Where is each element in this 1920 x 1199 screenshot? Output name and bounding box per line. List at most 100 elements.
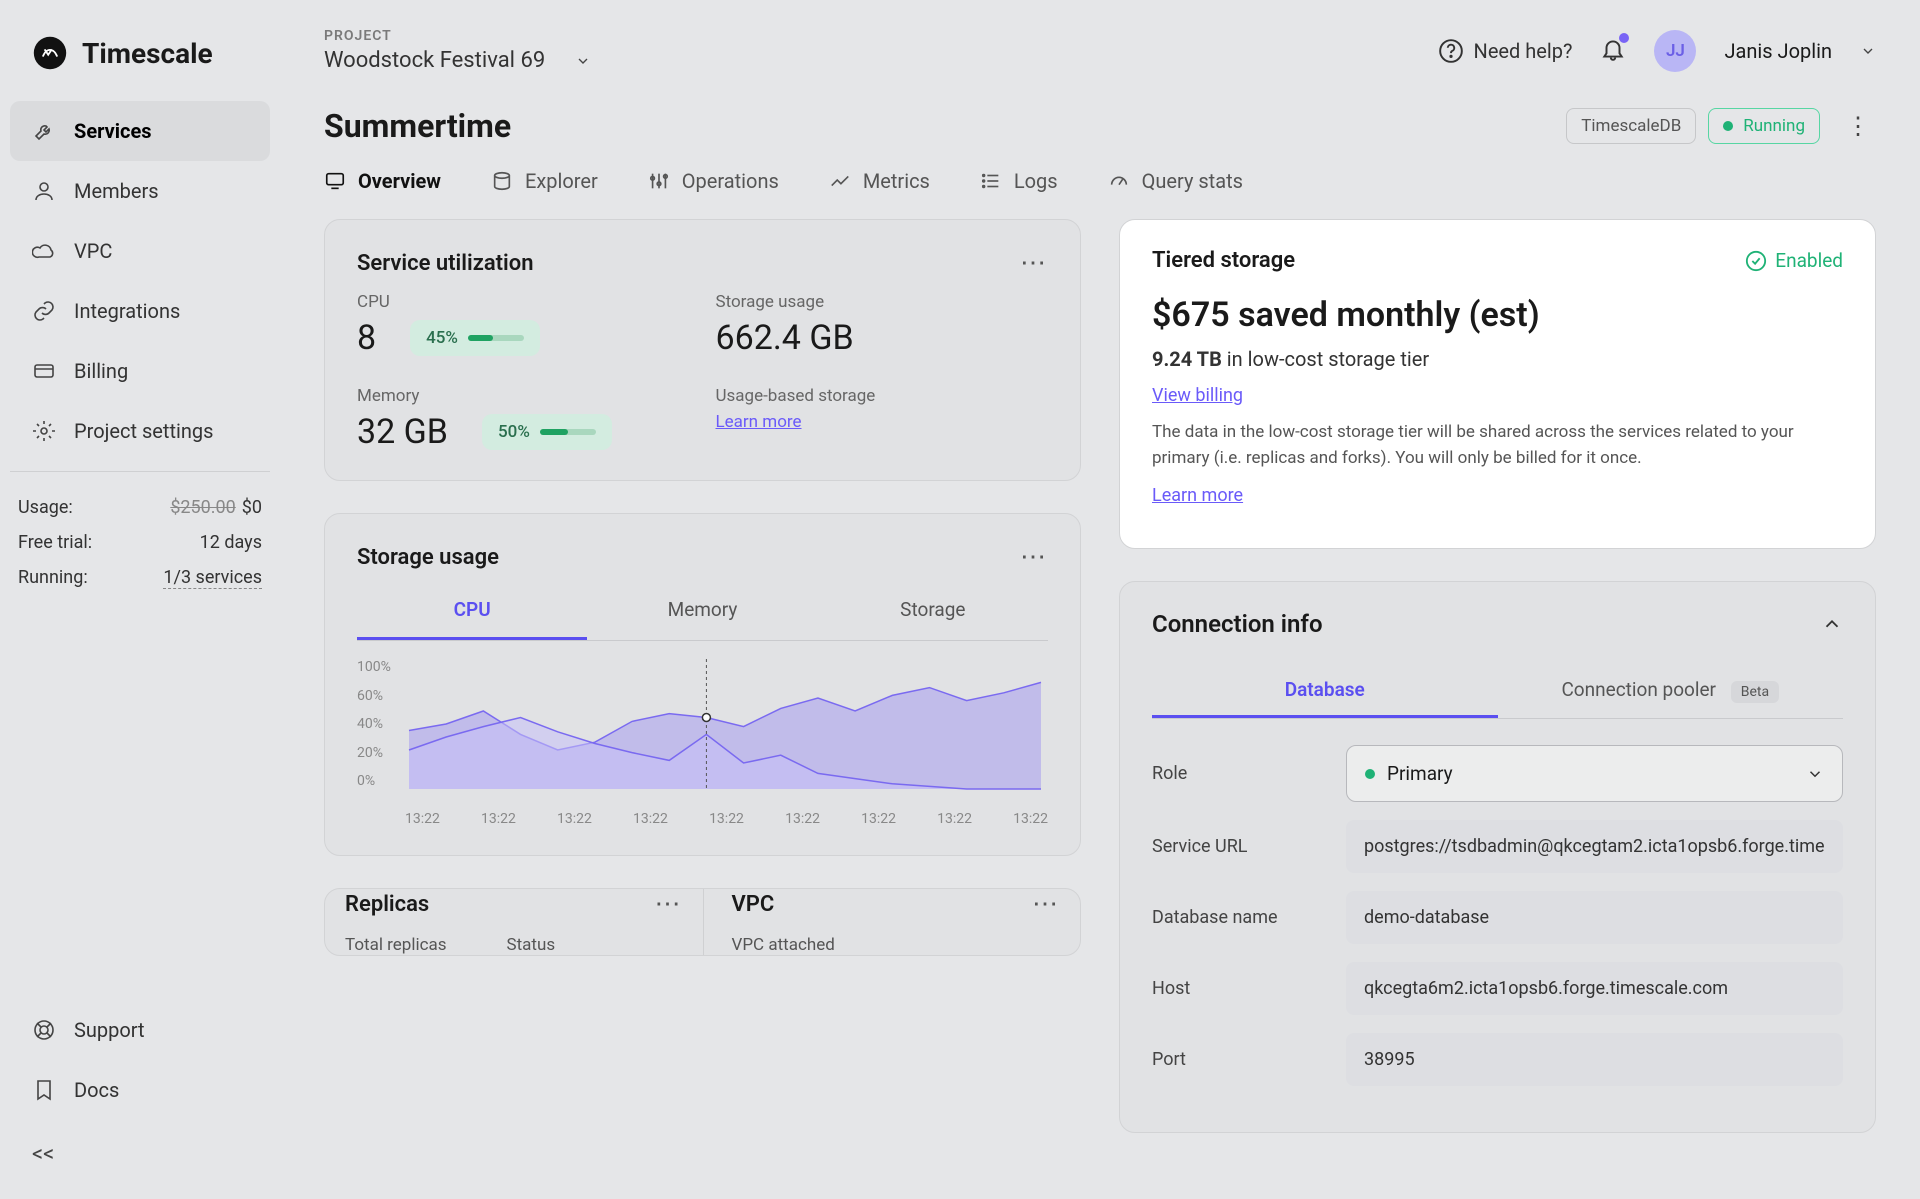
sidebar-item-services[interactable]: Services <box>10 101 270 161</box>
tab-metrics[interactable]: Metrics <box>829 169 930 193</box>
page-title: Summertime <box>324 107 511 145</box>
link-icon <box>32 299 56 323</box>
sidebar-item-label: VPC <box>74 239 112 263</box>
enabled-badge: Enabled <box>1745 249 1843 272</box>
chart-line-icon <box>829 170 851 192</box>
memory-value: 32 GB <box>357 412 448 452</box>
sidebar-item-billing[interactable]: Billing <box>10 341 270 401</box>
chevron-up-icon[interactable] <box>1821 613 1843 635</box>
replicas-status-label: Status <box>507 935 556 955</box>
collapse-sidebar-button[interactable]: << <box>10 1120 270 1189</box>
conn-tab-database[interactable]: Database <box>1152 664 1498 718</box>
user-icon <box>32 179 56 203</box>
service-utilization-card: Service utilization ⋯ CPU 8 45% <box>324 219 1081 481</box>
connection-info-card: Connection info Database Connection pool… <box>1119 581 1876 1133</box>
service-url-field[interactable]: postgres://tsdbadmin@qkcegtam2.icta1opsb… <box>1346 820 1843 873</box>
status-dot-icon <box>1365 769 1375 779</box>
dbname-label: Database name <box>1152 907 1332 928</box>
vpc-attached-label: VPC attached <box>732 935 835 955</box>
status-text: Running <box>1743 116 1805 136</box>
sidebar-item-members[interactable]: Members <box>10 161 270 221</box>
conn-tab-pooler[interactable]: Connection pooler Beta <box>1498 664 1844 718</box>
project-name: Woodstock Festival 69 <box>324 48 545 73</box>
tab-explorer[interactable]: Explorer <box>491 169 598 193</box>
sidebar: Timescale Services Members VPC Integrati… <box>0 0 280 1199</box>
check-circle-icon <box>1745 250 1767 272</box>
tiered-storage-card: Tiered storage Enabled $675 saved monthl… <box>1119 219 1876 549</box>
help-button[interactable]: Need help? <box>1438 38 1573 64</box>
chart: 100%60%40%20%0% 13:2213:2213:2213:2213:2… <box>357 659 1048 827</box>
running-label: Running: <box>18 567 88 589</box>
card-menu-button[interactable]: ⋯ <box>655 889 683 919</box>
tab-overview[interactable]: Overview <box>324 169 441 193</box>
cpu-label: CPU <box>357 292 690 312</box>
sidebar-item-label: Services <box>74 119 152 143</box>
card-title: Service utilization <box>357 251 534 276</box>
usage-label: Usage: <box>18 497 73 518</box>
usage-summary: Usage: $250.00$0 Free trial: 12 days Run… <box>10 471 270 614</box>
main: PROJECT Woodstock Festival 69 Need help?… <box>280 0 1920 1199</box>
learn-more-link[interactable]: Learn more <box>1152 485 1243 506</box>
tiered-description: The data in the low-cost storage tier wi… <box>1152 420 1843 471</box>
sidebar-item-label: Integrations <box>74 299 180 323</box>
port-field[interactable]: 38995 <box>1346 1033 1843 1086</box>
chart-tab-memory[interactable]: Memory <box>587 586 817 640</box>
card-title: Tiered storage <box>1152 248 1295 273</box>
database-icon <box>491 170 513 192</box>
status-dot-icon <box>1723 121 1733 131</box>
sidebar-item-integrations[interactable]: Integrations <box>10 281 270 341</box>
card-title: Storage usage <box>357 545 499 570</box>
service-tabs: Overview Explorer Operations Metrics Log… <box>280 155 1920 219</box>
sidebar-item-label: Support <box>74 1018 145 1042</box>
memory-label: Memory <box>357 386 690 406</box>
chart-tab-cpu[interactable]: CPU <box>357 586 587 640</box>
replicas-section: Replicas ⋯ Total replicas Status <box>325 889 703 955</box>
total-replicas-label: Total replicas <box>345 935 447 955</box>
learn-more-link[interactable]: Learn more <box>716 412 802 432</box>
host-field[interactable]: qkcegta6m2.icta1opsb6.forge.timescale.co… <box>1346 962 1843 1015</box>
db-chip: TimescaleDB <box>1566 108 1696 144</box>
vpc-title: VPC <box>732 892 775 917</box>
trial-label: Free trial: <box>18 532 92 553</box>
card-menu-button[interactable]: ⋯ <box>1020 542 1048 572</box>
storage-usage-card: Storage usage ⋯ CPU Memory Storage 100%6… <box>324 513 1081 856</box>
list-icon <box>980 170 1002 192</box>
chevron-down-icon[interactable] <box>1860 43 1876 59</box>
sidebar-item-support[interactable]: Support <box>10 1000 270 1060</box>
dbname-field[interactable]: demo-database <box>1346 891 1843 944</box>
replicas-vpc-card: Replicas ⋯ Total replicas Status VPC ⋯ <box>324 888 1081 956</box>
project-switcher[interactable]: PROJECT Woodstock Festival 69 <box>324 28 591 73</box>
view-billing-link[interactable]: View billing <box>1152 385 1243 406</box>
card-menu-button[interactable]: ⋯ <box>1032 889 1060 919</box>
tab-query-stats[interactable]: Query stats <box>1108 169 1243 193</box>
sidebar-item-docs[interactable]: Docs <box>10 1060 270 1120</box>
brand-name: Timescale <box>82 37 213 70</box>
sidebar-item-settings[interactable]: Project settings <box>10 401 270 461</box>
running-val[interactable]: 1/3 services <box>163 567 262 589</box>
chevron-down-icon <box>575 53 591 69</box>
card-menu-button[interactable]: ⋯ <box>1020 248 1048 278</box>
sidebar-item-vpc[interactable]: VPC <box>10 221 270 281</box>
chevron-down-icon <box>1806 765 1824 783</box>
sliders-icon <box>648 170 670 192</box>
lifebuoy-icon <box>32 1018 56 1042</box>
notification-dot <box>1619 33 1629 43</box>
user-name: Janis Joplin <box>1724 39 1832 63</box>
vpc-section: VPC ⋯ VPC attached <box>703 889 1081 955</box>
chart-tab-storage[interactable]: Storage <box>818 586 1048 640</box>
tab-logs[interactable]: Logs <box>980 169 1058 193</box>
memory-pct-chip: 50% <box>482 414 612 450</box>
page-actions-menu[interactable]: ⋮ <box>1832 112 1876 140</box>
usage-new: $0 <box>242 497 262 518</box>
port-label: Port <box>1152 1049 1332 1070</box>
avatar[interactable]: JJ <box>1654 30 1696 72</box>
sidebar-item-label: Members <box>74 179 159 203</box>
tab-operations[interactable]: Operations <box>648 169 779 193</box>
ubs-label: Usage-based storage <box>716 386 1049 406</box>
card-icon <box>32 359 56 383</box>
role-select[interactable]: Primary <box>1346 745 1843 802</box>
notifications-button[interactable] <box>1600 36 1626 66</box>
usage-old: $250.00 <box>170 497 235 518</box>
cpu-value: 8 <box>357 318 376 358</box>
project-label: PROJECT <box>324 28 591 44</box>
